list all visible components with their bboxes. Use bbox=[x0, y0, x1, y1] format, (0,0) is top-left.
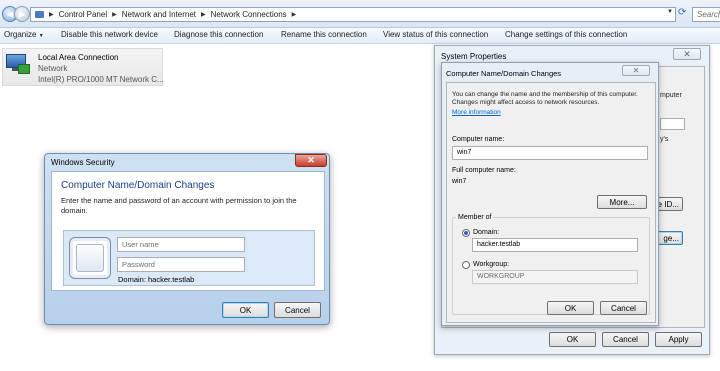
user-avatar-icon bbox=[69, 237, 111, 279]
name-changes-description: You can change the name and the membersh… bbox=[452, 91, 638, 106]
diagnose-connection-button[interactable]: Diagnose this connection bbox=[174, 30, 263, 39]
network-adapter-icon bbox=[6, 54, 32, 76]
workgroup-label: Workgroup: bbox=[473, 261, 510, 268]
address-dropdown-icon[interactable]: ▼ bbox=[667, 9, 673, 15]
member-of-label: Member of bbox=[456, 214, 494, 221]
security-cancel-button[interactable]: Cancel bbox=[274, 302, 321, 318]
breadcrumb-network-connections[interactable]: Network Connections bbox=[211, 10, 287, 19]
domain-input[interactable]: hacker.testlab bbox=[472, 238, 638, 252]
chevron-down-icon: ▼ bbox=[38, 33, 44, 39]
name-changes-title: Computer Name/Domain Changes bbox=[446, 69, 562, 78]
system-cancel-button[interactable]: Cancel bbox=[602, 332, 649, 347]
security-ok-button[interactable]: OK bbox=[222, 302, 269, 318]
domain-text: Domain: hacker.testlab bbox=[118, 275, 195, 284]
refresh-icon[interactable]: ⟳ bbox=[678, 7, 686, 18]
system-ok-button[interactable]: OK bbox=[549, 332, 596, 347]
close-icon[interactable]: ✕ bbox=[673, 48, 701, 60]
full-computer-name-value: win7 bbox=[452, 178, 467, 185]
breadcrumb-network-and-internet[interactable]: Network and Internet bbox=[122, 10, 196, 19]
connection-adapter: Intel(R) PRO/1000 MT Network C... bbox=[38, 75, 164, 84]
chevron-right-icon[interactable]: ▶ bbox=[201, 11, 206, 18]
security-description: Enter the name and password of an accoun… bbox=[61, 196, 297, 215]
windows-security-window: Windows Security ✕ Computer Name/Domain … bbox=[44, 153, 330, 325]
windows-security-title: Windows Security bbox=[51, 158, 115, 167]
workgroup-input: WORKGROUP bbox=[472, 270, 638, 284]
more-information-link[interactable]: More information bbox=[452, 109, 501, 116]
connection-name: Local Area Connection bbox=[38, 53, 119, 62]
change-label: ge... bbox=[663, 233, 679, 243]
name-changes-ok-button[interactable]: OK bbox=[547, 301, 594, 315]
name-changes-cancel-button[interactable]: Cancel bbox=[600, 301, 647, 315]
workgroup-radio[interactable] bbox=[462, 261, 470, 269]
partial-label-ys: y's bbox=[660, 136, 669, 143]
forward-button[interactable]: ▶ bbox=[14, 6, 30, 22]
folder-icon bbox=[35, 11, 44, 18]
breadcrumb-control-panel[interactable]: Control Panel bbox=[59, 10, 107, 19]
network-id-label: e ID... bbox=[657, 199, 679, 209]
username-input[interactable]: User name bbox=[117, 237, 245, 252]
connection-status: Network bbox=[38, 64, 68, 73]
disable-device-button[interactable]: Disable this network device bbox=[61, 30, 158, 39]
connection-item[interactable]: Local Area Connection Network Intel(R) P… bbox=[2, 48, 164, 86]
security-heading: Computer Name/Domain Changes bbox=[61, 180, 215, 191]
close-icon[interactable]: ✕ bbox=[295, 154, 327, 167]
name-changes-window: Computer Name/Domain Changes ✕ You can c… bbox=[441, 62, 659, 326]
more-button[interactable]: More... bbox=[597, 195, 647, 209]
organize-label: Organize bbox=[4, 30, 37, 39]
domain-label: Domain: bbox=[473, 229, 500, 236]
partial-label-computer: mputer bbox=[660, 92, 682, 99]
change-settings-button[interactable]: Change settings of this connection bbox=[505, 30, 627, 39]
close-icon[interactable]: ✕ bbox=[622, 65, 650, 76]
partial-input bbox=[660, 118, 685, 130]
full-computer-name-label: Full computer name: bbox=[452, 167, 516, 174]
domain-radio[interactable] bbox=[462, 229, 470, 237]
chevron-right-icon[interactable]: ▶ bbox=[292, 11, 297, 18]
address-input[interactable]: ▶ Control Panel ▶ Network and Internet ▶… bbox=[30, 7, 676, 22]
chevron-right-icon[interactable]: ▶ bbox=[112, 11, 117, 18]
search-input[interactable]: Search bbox=[692, 7, 720, 22]
organize-menu[interactable]: Organize ▼ bbox=[4, 30, 44, 39]
view-status-button[interactable]: View status of this connection bbox=[383, 30, 488, 39]
system-properties-title: System Properties bbox=[441, 52, 507, 61]
password-input[interactable]: Password bbox=[117, 257, 245, 272]
system-apply-button[interactable]: Apply bbox=[655, 332, 702, 347]
computer-name-input[interactable]: win7 bbox=[452, 146, 648, 160]
computer-name-label: Computer name: bbox=[452, 136, 505, 143]
chevron-right-icon[interactable]: ▶ bbox=[49, 11, 54, 18]
rename-connection-button[interactable]: Rename this connection bbox=[281, 30, 367, 39]
